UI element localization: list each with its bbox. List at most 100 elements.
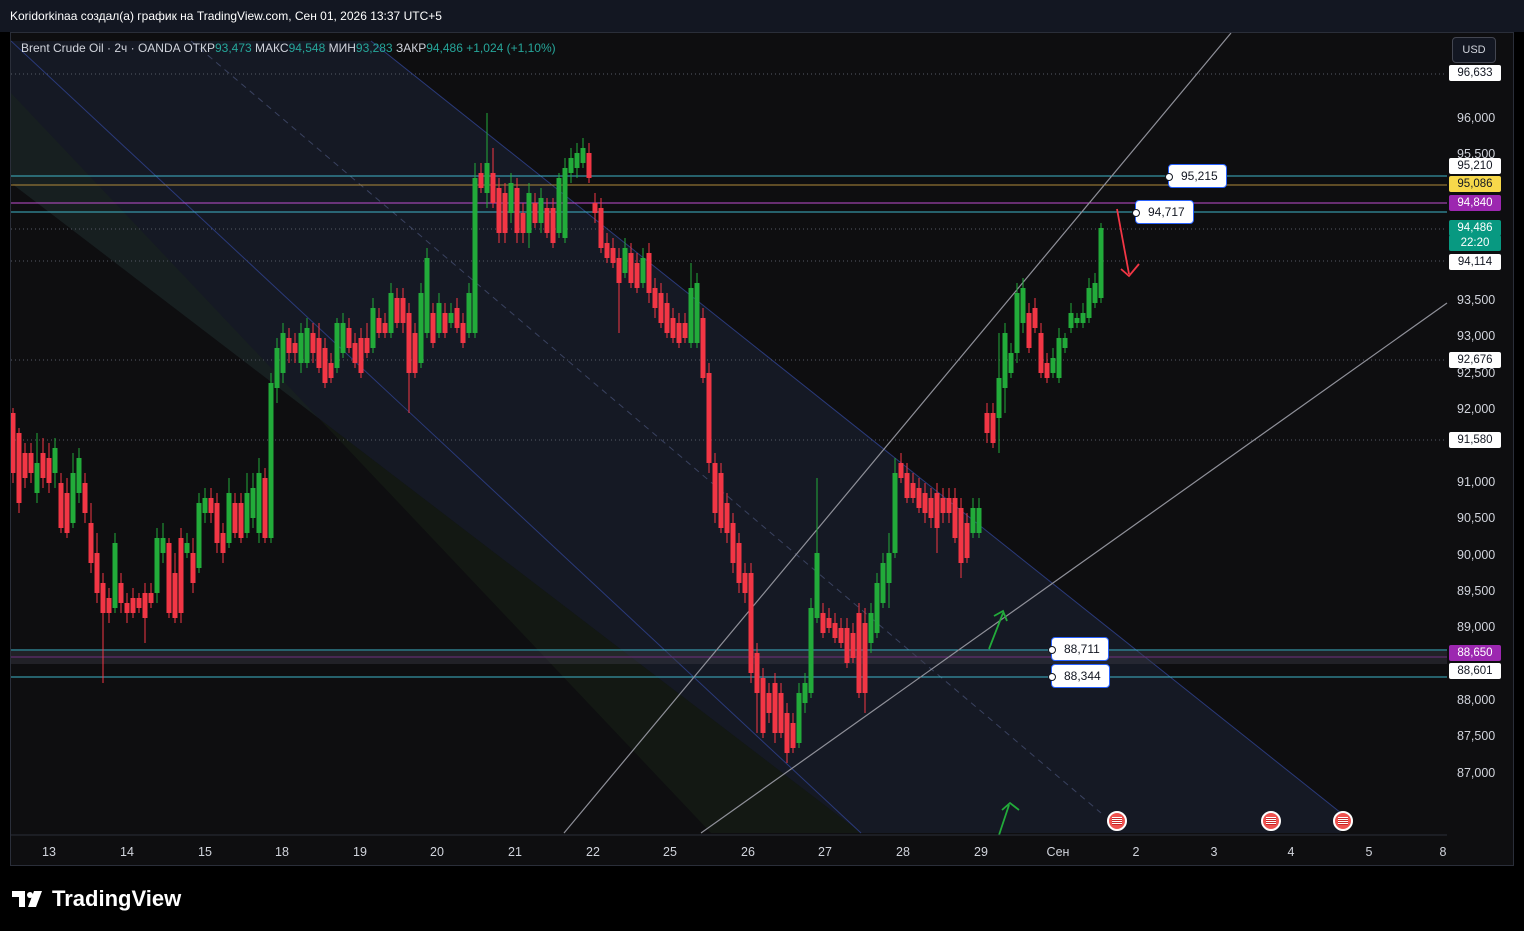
candle-body	[658, 293, 664, 323]
candle-body	[796, 693, 802, 743]
chart-area[interactable]: Brent Crude Oil · 2ч · OANDA ОТКР93,473 …	[10, 32, 1514, 866]
candle-body	[412, 333, 418, 373]
x-axis-label: 15	[198, 845, 212, 859]
candle-body	[124, 603, 130, 613]
candle-body	[1074, 318, 1080, 323]
candle-body	[460, 323, 466, 343]
x-axis-label: 14	[120, 845, 134, 859]
candle-body	[766, 693, 772, 713]
candle-body	[610, 248, 616, 263]
down-arrow	[1116, 208, 1130, 275]
candle-body	[922, 493, 928, 513]
x-axis-label: 20	[430, 845, 444, 859]
candle-body	[130, 598, 136, 613]
support-zone	[11, 651, 1447, 664]
callout-value: 88,711	[1064, 642, 1100, 656]
candle-body	[526, 193, 532, 233]
candle-body	[322, 348, 328, 383]
candle-body	[340, 323, 346, 353]
flag-stripes	[1338, 817, 1348, 825]
price-tag-countdown: 22:20	[1449, 235, 1501, 251]
x-axis-label: 18	[275, 845, 289, 859]
y-axis-label: 92,000	[1457, 402, 1496, 416]
candle-body	[160, 538, 166, 553]
candle-body	[532, 203, 538, 223]
candle-body	[472, 178, 478, 333]
candle-body	[670, 318, 676, 338]
candle-body	[262, 478, 268, 538]
y-axis-label: 90,000	[1457, 548, 1496, 562]
price-tag-last: 94,486	[1449, 220, 1501, 236]
candle-body	[984, 413, 990, 433]
candle-body	[226, 493, 232, 543]
high-label: МАКС	[255, 41, 289, 55]
candle-body	[94, 553, 100, 593]
candle-body	[748, 573, 754, 673]
candle-body	[604, 243, 610, 258]
price-callout[interactable]: 88,344	[1048, 664, 1110, 688]
us-flag-event-icon[interactable]	[1107, 811, 1127, 831]
candle-body	[172, 573, 178, 618]
candle-body	[706, 373, 712, 463]
us-flag-event-icon[interactable]	[1261, 811, 1281, 831]
flag-stripes	[1266, 817, 1276, 825]
candle-body	[454, 308, 460, 328]
x-axis-label: Сен	[1046, 845, 1070, 859]
candle-body	[52, 448, 58, 473]
y-axis-label: 89,000	[1457, 620, 1496, 634]
candle-body	[652, 288, 658, 308]
x-axis-label: 2	[1132, 845, 1140, 859]
open-value: 93,473	[214, 41, 252, 55]
close-value: 94,486	[426, 41, 463, 55]
candle-body	[742, 573, 748, 593]
candle-body	[946, 498, 952, 513]
candle-body	[514, 188, 520, 233]
candle-body	[286, 338, 292, 353]
candle-body	[16, 433, 22, 503]
candle-body	[142, 593, 148, 618]
currency-button[interactable]: USD	[1452, 37, 1496, 63]
candle-body	[346, 328, 352, 348]
candle-body	[1080, 313, 1086, 323]
candle-body	[502, 193, 508, 233]
candle-body	[520, 213, 526, 233]
candle-body	[832, 623, 838, 638]
candle-body	[754, 653, 760, 693]
candle-body	[1086, 288, 1092, 318]
candle-body	[970, 508, 976, 533]
x-axis-label: 25	[663, 845, 677, 859]
candle-body	[562, 168, 568, 238]
candle-body	[424, 258, 430, 333]
candle-body	[586, 153, 592, 178]
candle-body	[856, 613, 862, 693]
x-axis-label: 3	[1210, 845, 1218, 859]
tradingview-logo[interactable]: TradingView	[12, 886, 181, 912]
candle-body	[892, 473, 898, 553]
candle-body	[280, 333, 286, 373]
candle-body	[1038, 333, 1044, 373]
candle-body	[1002, 333, 1008, 388]
price-tag-level: 88,601	[1449, 663, 1501, 679]
candle-body	[868, 613, 874, 643]
us-flag-event-icon[interactable]	[1333, 811, 1353, 831]
candle-body	[190, 553, 196, 583]
y-axis-label: 89,500	[1457, 584, 1496, 598]
symbol-legend[interactable]: Brent Crude Oil · 2ч · OANDA ОТКР93,473 …	[21, 41, 556, 55]
candle-body	[934, 493, 940, 528]
x-axis-label: 21	[508, 845, 522, 859]
candle-body	[1050, 358, 1056, 373]
price-plot[interactable]	[11, 33, 1513, 865]
high-value: 94,548	[288, 41, 326, 55]
candle-body	[1014, 293, 1020, 353]
candle-body	[616, 258, 622, 283]
candle-body	[838, 628, 844, 643]
candle-body	[136, 598, 142, 608]
price-callout[interactable]: 95,215	[1165, 164, 1227, 188]
candle-body	[688, 288, 694, 343]
candle-body	[556, 178, 562, 233]
price-callout[interactable]: 94,717	[1132, 200, 1194, 224]
callout-anchor	[1048, 673, 1056, 681]
candle-body	[826, 618, 832, 628]
price-callout[interactable]: 88,711	[1048, 637, 1109, 661]
candle-body	[718, 473, 724, 528]
